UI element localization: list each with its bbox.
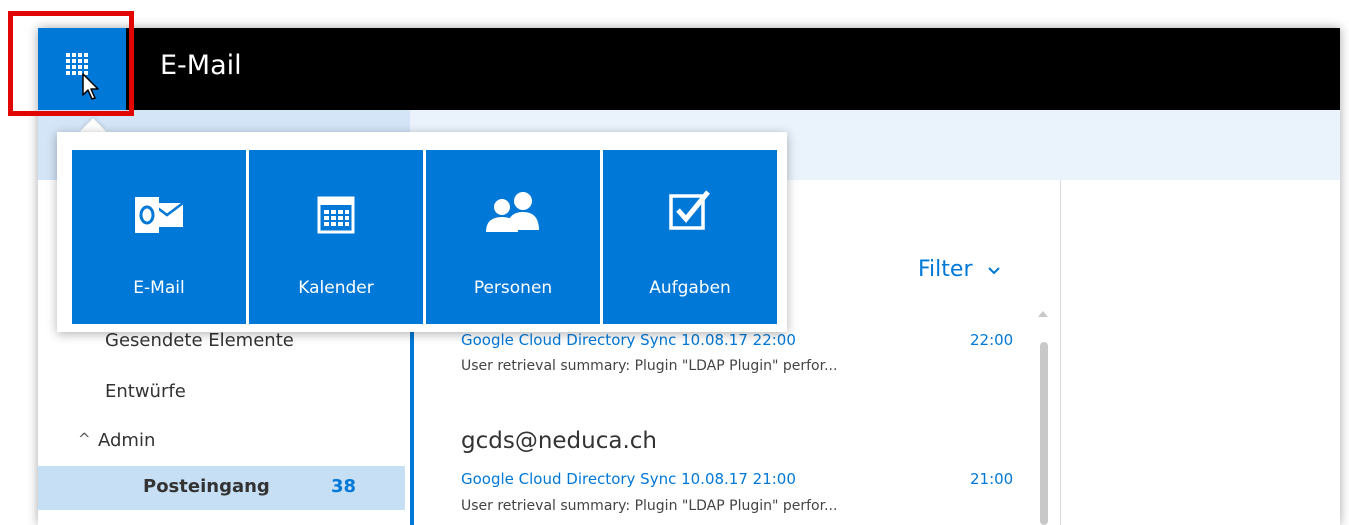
people-icon [486, 192, 539, 232]
tile-label: Personen [473, 278, 553, 298]
calendar-icon [317, 196, 355, 234]
scroll-up-arrow-icon[interactable] [1038, 311, 1048, 317]
message-preview[interactable]: User retrieval summary: Plugin "LDAP Plu… [461, 498, 837, 514]
folder-group-admin[interactable]: Admin [98, 430, 155, 451]
outlook-mail-icon [135, 197, 184, 233]
launcher-tile-tasks[interactable]: Aufgaben [603, 150, 777, 324]
app-title: E-Mail [160, 50, 242, 81]
filter-label: Filter [918, 257, 973, 282]
tile-label: Aufgaben [649, 278, 731, 298]
filter-button[interactable]: Filter [918, 257, 1001, 282]
tile-label: Kalender [298, 278, 374, 298]
reading-pane-divider [1060, 180, 1061, 525]
tile-label: E-Mail [133, 278, 185, 298]
chevron-up-icon[interactable]: ^ [78, 430, 91, 448]
folder-inbox-label: Posteingang [143, 476, 270, 497]
folder-drafts[interactable]: Entwürfe [105, 381, 186, 402]
launcher-tile-calendar[interactable]: Kalender [249, 150, 423, 324]
message-subject[interactable]: Google Cloud Directory Sync 10.08.17 22:… [461, 331, 796, 349]
message-sender[interactable]: gcds@neduca.ch [461, 428, 657, 454]
highlight-box [8, 11, 134, 116]
message-subject[interactable]: Google Cloud Directory Sync 10.08.17 21:… [461, 470, 796, 488]
folder-sent-items[interactable]: Gesendete Elemente [105, 330, 294, 351]
message-preview[interactable]: User retrieval summary: Plugin "LDAP Plu… [461, 358, 837, 374]
unread-count: 38 [331, 476, 357, 497]
chevron-down-icon [988, 267, 1001, 275]
message-time: 21:00 [970, 470, 1014, 488]
launcher-tile-people[interactable]: Personen [426, 150, 600, 324]
scrollbar-thumb[interactable] [1040, 342, 1048, 525]
launcher-tile-mail[interactable]: E-Mail [72, 150, 246, 324]
tasks-checkbox-icon [669, 190, 710, 230]
unread-indicator [410, 324, 414, 525]
message-time: 22:00 [970, 331, 1014, 349]
